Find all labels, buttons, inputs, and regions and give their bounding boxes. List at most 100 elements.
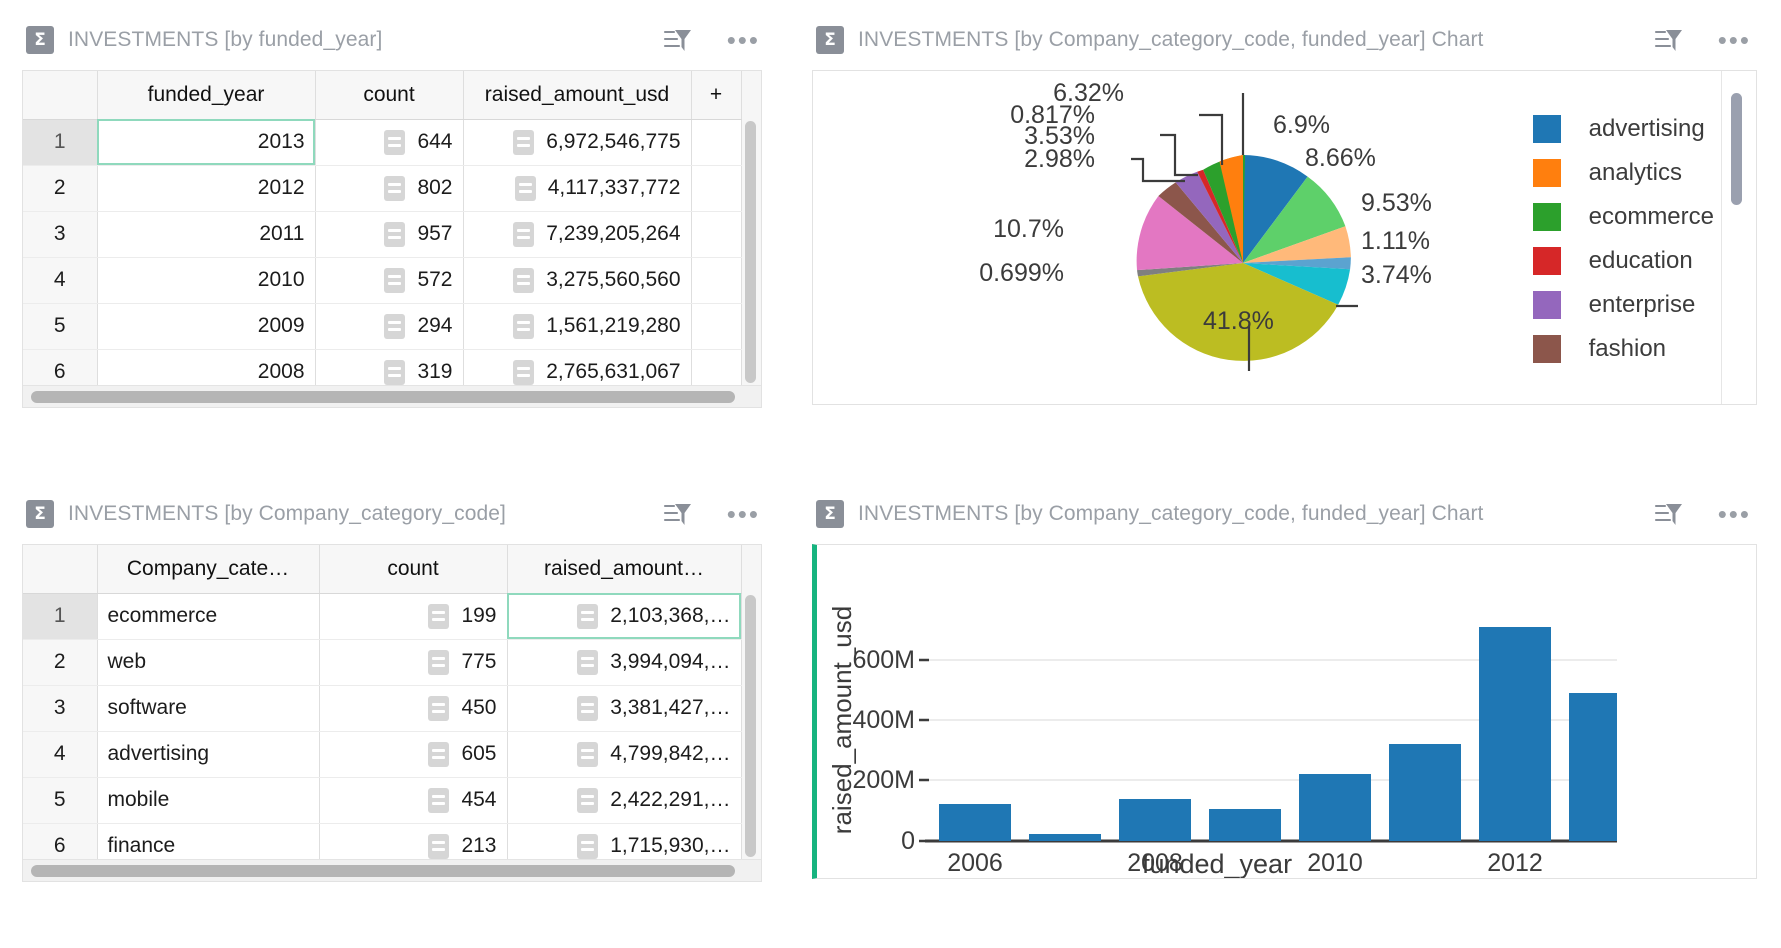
cell-raised-value: 2,765,631,067 — [546, 360, 680, 384]
table-row[interactable]: 5 2009 294 1,561,219,280 — [23, 303, 741, 349]
legend-item-education[interactable]: education — [1533, 247, 1714, 275]
cell-raised-amount[interactable]: 1,561,219,280 — [463, 303, 691, 349]
cell-raised-amount[interactable]: 3,994,094,… — [507, 639, 741, 685]
cell-raised-amount[interactable]: 6,972,546,775 — [463, 119, 691, 165]
cell-category[interactable]: ecommerce — [97, 593, 319, 639]
aggregate-badge-icon — [428, 696, 449, 721]
legend-item-analytics[interactable]: analytics — [1533, 159, 1714, 187]
legend-item-enterprise[interactable]: enterprise — [1533, 291, 1714, 319]
row-number: 5 — [23, 777, 97, 823]
panel-investments-by-category: Σ INVESTMENTS [by Company_category_code]… — [0, 474, 790, 948]
panel-title: INVESTMENTS [by Company_category_code, f… — [858, 28, 1484, 52]
row-number: 2 — [23, 165, 97, 211]
panel-title: INVESTMENTS [by Company_category_code] — [68, 502, 506, 526]
aggregate-badge-icon — [577, 696, 598, 721]
cell-count[interactable]: 450 — [319, 685, 507, 731]
cell-count[interactable]: 572 — [315, 257, 463, 303]
cell-category[interactable]: mobile — [97, 777, 319, 823]
filter-icon[interactable] — [663, 26, 693, 54]
table-header-row: funded_year count raised_amount_usd + — [23, 71, 741, 119]
legend-swatch-icon — [1533, 247, 1561, 275]
cell-raised-value: 4,117,337,772 — [548, 176, 681, 200]
horizontal-scrollbar-track[interactable] — [23, 859, 761, 881]
table-row[interactable]: 2 web 775 3,994,094,… — [23, 639, 741, 685]
table-row[interactable]: 2 2012 802 4,117,337,772 — [23, 165, 741, 211]
filter-icon[interactable] — [663, 500, 693, 528]
aggregate-badge-icon — [428, 742, 449, 767]
cell-funded-year[interactable]: 2012 — [97, 165, 315, 211]
bar-2007 — [1029, 834, 1101, 841]
column-header-raised-amount[interactable]: raised_amount… — [507, 545, 741, 593]
filter-icon[interactable] — [1654, 500, 1684, 528]
cell-raised-amount[interactable]: 4,117,337,772 — [463, 165, 691, 211]
table-row[interactable]: 4 advertising 605 4,799,842,… — [23, 731, 741, 777]
cell-category[interactable]: web — [97, 639, 319, 685]
filter-icon[interactable] — [1654, 26, 1684, 54]
cell-raised-value: 4,799,842,… — [610, 742, 730, 766]
legend-item-ecommerce[interactable]: ecommerce — [1533, 203, 1714, 231]
table-row[interactable]: 4 2010 572 3,275,560,560 — [23, 257, 741, 303]
cell-raised-amount[interactable]: 3,381,427,… — [507, 685, 741, 731]
cell-count[interactable]: 454 — [319, 777, 507, 823]
row-number: 5 — [23, 303, 97, 349]
table-row[interactable]: 5 mobile 454 2,422,291,… — [23, 777, 741, 823]
aggregate-badge-icon — [513, 268, 534, 293]
horizontal-scrollbar-thumb[interactable] — [31, 865, 735, 877]
row-number: 4 — [23, 257, 97, 303]
cell-count[interactable]: 775 — [319, 639, 507, 685]
aggregate-badge-icon — [577, 742, 598, 767]
cell-funded-year[interactable]: 2010 — [97, 257, 315, 303]
more-options-icon[interactable]: ••• — [727, 35, 760, 45]
horizontal-scrollbar-track[interactable] — [23, 385, 761, 407]
panel-header: Σ INVESTMENTS [by Company_category_code,… — [812, 494, 1759, 534]
cell-funded-year[interactable]: 2011 — [97, 211, 315, 257]
legend-item-fashion[interactable]: fashion — [1533, 335, 1714, 363]
aggregate-badge-icon — [428, 834, 449, 859]
column-header-company-category-code[interactable]: Company_cate… — [97, 545, 319, 593]
column-header-raised-amount-usd[interactable]: raised_amount_usd — [463, 71, 691, 119]
cell-count[interactable]: 294 — [315, 303, 463, 349]
panel-header: Σ INVESTMENTS [by funded_year] ••• — [22, 20, 768, 60]
aggregate-badge-icon — [513, 222, 534, 247]
cell-funded-year[interactable]: 2009 — [97, 303, 315, 349]
table-row[interactable]: 3 2011 957 7,239,205,264 — [23, 211, 741, 257]
cell-category[interactable]: advertising — [97, 731, 319, 777]
cell-raised-amount[interactable]: 2,103,368,… — [507, 593, 741, 639]
cell-raised-amount[interactable]: 4,799,842,… — [507, 731, 741, 777]
cell-count[interactable]: 802 — [315, 165, 463, 211]
pie-legend: advertising analytics ecommerce educatio… — [1533, 115, 1714, 363]
cell-raised-amount[interactable]: 2,422,291,… — [507, 777, 741, 823]
more-options-icon[interactable]: ••• — [1718, 509, 1751, 519]
table-row[interactable]: 1 ecommerce 199 2,103,368,… — [23, 593, 741, 639]
table-row[interactable]: 3 software 450 3,381,427,… — [23, 685, 741, 731]
cell-count[interactable]: 644 — [315, 119, 463, 165]
vertical-scrollbar[interactable] — [745, 121, 756, 383]
column-header-count[interactable]: count — [319, 545, 507, 593]
cell-raised-value: 3,381,427,… — [610, 696, 730, 720]
cell-raised-amount[interactable]: 7,239,205,264 — [463, 211, 691, 257]
pie-label-2-98: 2.98% — [1024, 145, 1095, 173]
legend-scrollbar[interactable] — [1731, 93, 1742, 205]
cell-raised-amount[interactable]: 3,275,560,560 — [463, 257, 691, 303]
more-options-icon[interactable]: ••• — [727, 509, 760, 519]
more-options-icon[interactable]: ••• — [1718, 35, 1751, 45]
cell-count[interactable]: 957 — [315, 211, 463, 257]
legend-item-advertising[interactable]: advertising — [1533, 115, 1714, 143]
cell-raised-value: 1,561,219,280 — [546, 314, 680, 338]
pie-label-3-74: 3.74% — [1361, 261, 1432, 289]
cell-funded-year[interactable]: 2013 — [97, 119, 315, 165]
sigma-icon: Σ — [816, 500, 844, 528]
cell-count[interactable]: 605 — [319, 731, 507, 777]
row-number-header — [23, 545, 97, 593]
cell-category[interactable]: software — [97, 685, 319, 731]
column-header-count[interactable]: count — [315, 71, 463, 119]
table-row[interactable]: 1 2013 644 6,972,546,775 — [23, 119, 741, 165]
cell-count[interactable]: 199 — [319, 593, 507, 639]
horizontal-scrollbar-thumb[interactable] — [31, 391, 735, 403]
column-header-funded-year[interactable]: funded_year — [97, 71, 315, 119]
add-column-button[interactable]: + — [691, 71, 741, 119]
cell-count-value: 294 — [417, 314, 452, 338]
aggregate-badge-icon — [577, 788, 598, 813]
vertical-scrollbar[interactable] — [745, 595, 756, 857]
row-number: 1 — [23, 119, 97, 165]
